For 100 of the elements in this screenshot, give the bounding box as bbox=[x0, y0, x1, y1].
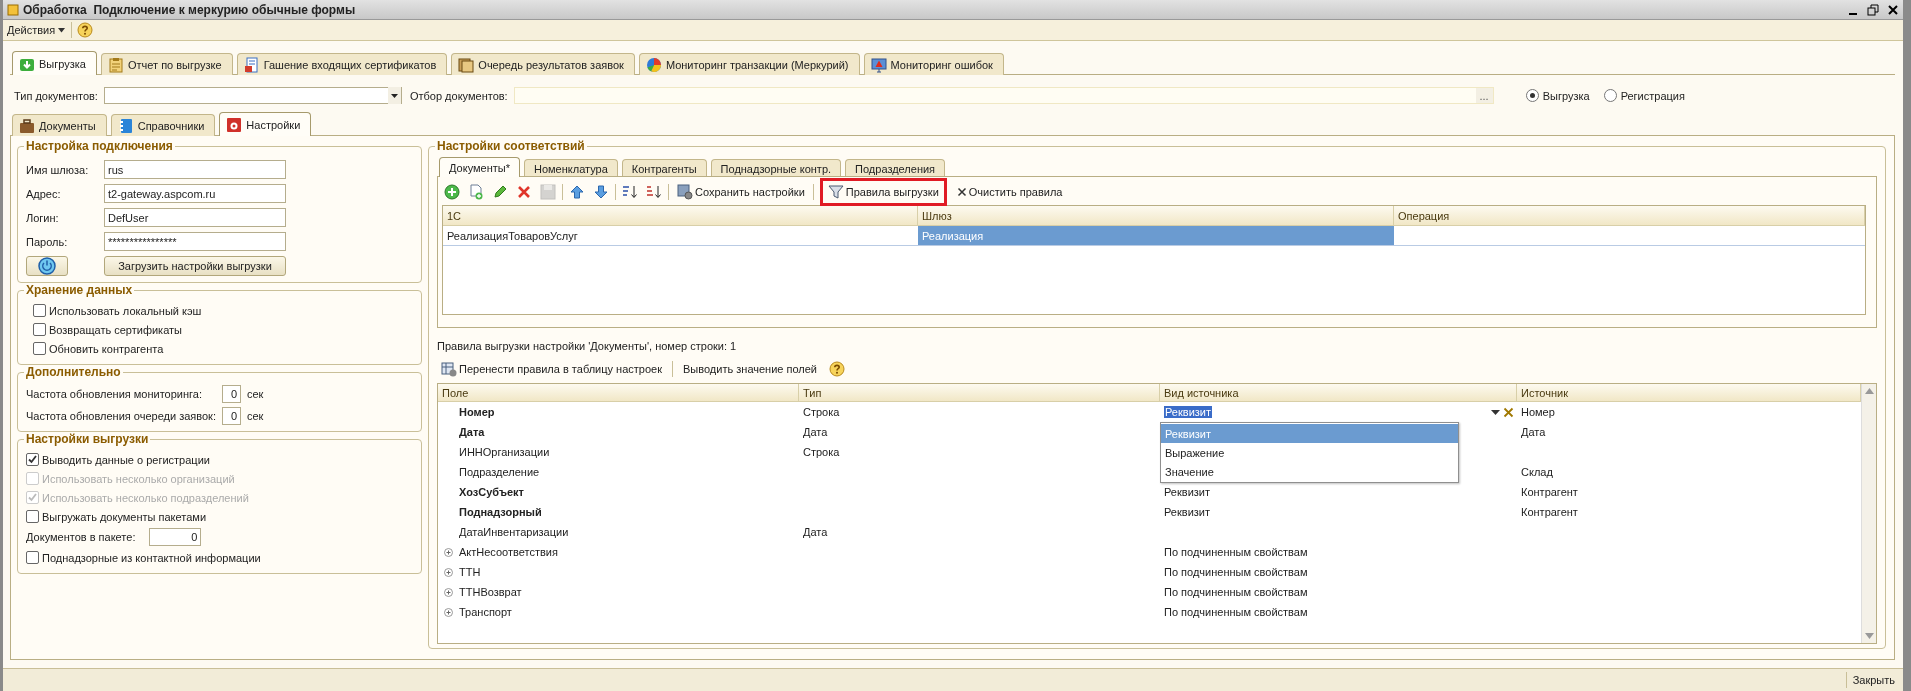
add-button[interactable] bbox=[442, 183, 462, 201]
load-settings-button[interactable]: Загрузить настройки выгрузки bbox=[104, 256, 286, 276]
tab[interactable]: Документы* bbox=[439, 157, 520, 177]
column-header[interactable]: 1С bbox=[443, 206, 918, 225]
input-field[interactable]: DefUser bbox=[104, 208, 286, 227]
transfer-rules-button[interactable]: Перенести правила в таблицу настроек bbox=[437, 359, 667, 379]
checkbox-label[interactable]: Поднадзорные из контактной информации bbox=[42, 551, 261, 564]
tab[interactable]: Подразделения bbox=[845, 159, 946, 177]
tab[interactable]: Мониторинг ошибок bbox=[863, 53, 1004, 75]
input-field[interactable]: **************** bbox=[104, 232, 286, 251]
expand-icon[interactable] bbox=[444, 587, 453, 597]
checkbox[interactable] bbox=[26, 551, 39, 564]
connect-button[interactable] bbox=[26, 256, 68, 276]
plus-icon bbox=[444, 184, 460, 200]
column-header[interactable]: Операция bbox=[1394, 206, 1865, 225]
column-header[interactable]: Шлюз bbox=[918, 206, 1394, 225]
help-button[interactable] bbox=[76, 21, 95, 39]
checkbox[interactable] bbox=[26, 510, 39, 523]
expand-icon[interactable] bbox=[444, 567, 453, 577]
group-title: Хранение данных bbox=[24, 283, 135, 297]
number-field[interactable]: 0 bbox=[222, 407, 241, 425]
clear-icon[interactable] bbox=[1503, 406, 1514, 418]
document-type-field[interactable] bbox=[103, 87, 402, 104]
dropdown-item[interactable]: Значение bbox=[1161, 462, 1458, 481]
field-label: Частота обновления мониторинга: bbox=[26, 388, 203, 400]
tab[interactable]: Очередь результатов заявок bbox=[451, 53, 635, 75]
close-button[interactable]: Закрыть bbox=[1845, 672, 1901, 688]
power-icon bbox=[38, 257, 56, 275]
arrow-down-icon bbox=[593, 184, 609, 200]
tab[interactable]: Мониторинг транзакции (Меркурий) bbox=[638, 53, 860, 75]
input-field[interactable]: t2-gateway.aspcom.ru bbox=[104, 184, 286, 203]
table-cell-text: Дата bbox=[802, 425, 829, 440]
sort-ascending-button[interactable] bbox=[620, 183, 640, 201]
table-cell-text: Дата bbox=[1520, 425, 1547, 440]
group-title: Настройка подключения bbox=[24, 139, 175, 153]
checkbox-label[interactable]: Возвращать сертификаты bbox=[49, 323, 182, 336]
table-cell: Номер bbox=[459, 406, 495, 418]
tab[interactable]: Гашение входящих сертификатов bbox=[236, 53, 448, 75]
clear-rules-button[interactable]: Очистить правила bbox=[952, 184, 1067, 200]
input-field[interactable]: rus bbox=[104, 160, 286, 179]
help-button[interactable] bbox=[827, 360, 847, 378]
select-button[interactable]: ... bbox=[1475, 88, 1493, 103]
tab[interactable]: Поднадзорные контр. bbox=[710, 159, 842, 177]
unit-label: сек bbox=[247, 388, 265, 400]
help-icon bbox=[829, 361, 845, 377]
table-cell[interactable]: РеализацияТоваровУслуг bbox=[443, 226, 918, 246]
number-field[interactable]: 0 bbox=[222, 385, 241, 403]
group-title: Настройки выгрузки bbox=[24, 432, 151, 446]
checkbox-label[interactable]: Выгружать документы пакетами bbox=[42, 510, 207, 523]
field-label: Частота обновления очереди заявок: bbox=[26, 410, 216, 422]
dropdown-icon[interactable] bbox=[387, 87, 401, 104]
radio-label[interactable]: Регистрация bbox=[1620, 89, 1685, 102]
close-icon[interactable] bbox=[1887, 3, 1899, 16]
field-label: Логин: bbox=[26, 211, 60, 224]
column-header[interactable]: Вид источника bbox=[1160, 384, 1517, 401]
checkbox[interactable] bbox=[33, 323, 46, 336]
tab[interactable]: Выгрузка bbox=[12, 51, 97, 75]
field-label: Имя шлюза: bbox=[26, 163, 90, 176]
column-header[interactable]: Тип bbox=[799, 384, 1160, 401]
radio-button[interactable] bbox=[1525, 89, 1539, 102]
radio-label[interactable]: Выгрузка bbox=[1542, 89, 1590, 102]
checkbox[interactable] bbox=[33, 304, 46, 317]
sort-descending-button[interactable] bbox=[644, 183, 664, 201]
document-icon bbox=[243, 57, 260, 73]
checkbox-label[interactable]: Использовать локальный кэш bbox=[49, 304, 202, 317]
table-cell-text: Контрагент bbox=[1520, 485, 1579, 500]
number-field[interactable]: 0 bbox=[149, 528, 202, 546]
actions-menu[interactable]: Действия bbox=[5, 23, 68, 37]
tab[interactable]: Документы bbox=[12, 114, 107, 136]
show-values-button[interactable]: Выводить значение полей bbox=[679, 361, 821, 377]
table-cell: ДатаИнвентаризации bbox=[459, 526, 569, 538]
save-settings-button[interactable]: Сохранить настройки bbox=[673, 182, 809, 202]
expand-icon[interactable] bbox=[444, 607, 453, 617]
table-cell: АктНесоответствия bbox=[459, 546, 558, 558]
monitor-warning-icon bbox=[870, 57, 887, 73]
checkbox[interactable] bbox=[33, 342, 46, 355]
checkbox-label[interactable]: Обновить контрагента bbox=[49, 342, 164, 355]
funnel-icon bbox=[827, 184, 844, 200]
tab[interactable]: Контрагенты bbox=[621, 159, 707, 177]
clipboard-icon bbox=[107, 57, 124, 73]
export-rules-button[interactable]: Правила выгрузки bbox=[823, 182, 943, 202]
expand-icon[interactable] bbox=[444, 547, 453, 557]
restore-icon[interactable] bbox=[1867, 3, 1879, 16]
table-cell-text: По подчиненным свойствам bbox=[1163, 565, 1309, 580]
table-cell: ТТНВозврат bbox=[459, 586, 522, 598]
clear-icon bbox=[956, 187, 967, 197]
tab[interactable]: Отчет по выгрузке bbox=[100, 53, 233, 75]
checkbox[interactable] bbox=[26, 453, 39, 466]
document-filter-field[interactable]: ... bbox=[513, 87, 1494, 104]
table-cell-text: По подчиненным свойствам bbox=[1163, 585, 1309, 600]
field-label: Пароль: bbox=[26, 235, 69, 248]
radio-button[interactable] bbox=[1603, 89, 1617, 102]
checkbox-label[interactable]: Выводить данные о регистрации bbox=[42, 453, 210, 466]
tab[interactable]: Настройки bbox=[219, 112, 312, 136]
caret-icon bbox=[58, 27, 66, 33]
tab[interactable]: Справочники bbox=[110, 114, 216, 136]
dropdown-item[interactable]: Выражение bbox=[1161, 443, 1458, 462]
column-header[interactable]: Поле bbox=[438, 384, 799, 401]
table-cell: Поднадзорный bbox=[459, 506, 542, 518]
tab[interactable]: Номенклатура bbox=[524, 159, 618, 177]
